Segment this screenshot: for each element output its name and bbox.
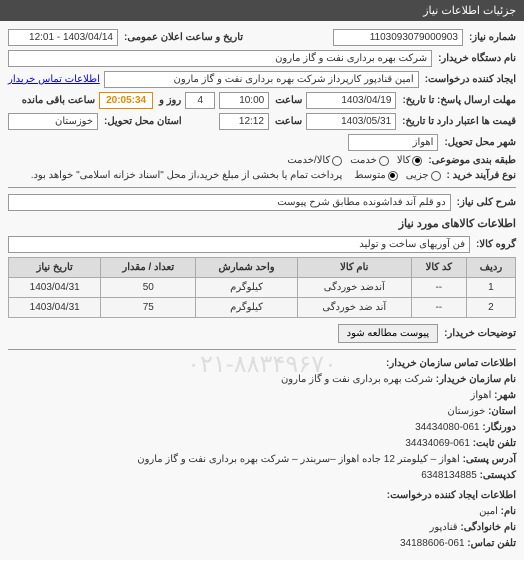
th-row: ردیف bbox=[466, 258, 515, 278]
ci-contact-phone-label: تلفن تماس: bbox=[467, 538, 516, 549]
creator-label: ایجاد کننده درخواست: bbox=[425, 74, 516, 85]
ci-contact-phone-value: 061-34188606 bbox=[400, 538, 465, 549]
validity-time: 12:12 bbox=[219, 113, 269, 130]
table-row: 1 -- آندضد خوردگی کیلوگرم 50 1403/04/31 bbox=[9, 278, 516, 298]
th-date: تاریخ نیاز bbox=[9, 258, 101, 278]
buyer-contact-block: اطلاعات تماس سازمان خریدار: نام سازمان خ… bbox=[8, 356, 516, 552]
announce-time-label: تاریخ و ساعت اعلان عمومی: bbox=[124, 32, 243, 43]
delivery-province-value: خوزستان bbox=[8, 113, 98, 130]
items-section-header: اطلاعات کالاهای مورد نیاز bbox=[8, 217, 516, 230]
radio-small[interactable]: جزیی bbox=[406, 170, 441, 181]
radio-medium[interactable]: متوسط bbox=[354, 170, 397, 181]
divider-2 bbox=[8, 349, 516, 350]
goods-group-label: گروه کالا: bbox=[476, 239, 516, 250]
purchase-type-radio-group: جزیی متوسط bbox=[354, 170, 440, 181]
items-table: ردیف کد کالا نام کالا واحد شمارش تعداد /… bbox=[8, 257, 516, 318]
delivery-province-label: استان محل تحویل: bbox=[104, 116, 182, 127]
resp-deadline-time: 10:00 bbox=[219, 92, 269, 109]
time-label-1: ساعت bbox=[275, 95, 302, 106]
number-label: شماره نیاز: bbox=[469, 32, 516, 43]
ci-fax-label: دورنگار: bbox=[482, 422, 516, 433]
radio-small-label: جزیی bbox=[406, 170, 429, 181]
general-desc-value: دو قلم آند فداشونده مطابق شرح پیوست bbox=[8, 194, 451, 211]
ci-fax-value: 061-34434080 bbox=[415, 422, 480, 433]
ci-phone-value: 061-34434069 bbox=[405, 438, 470, 449]
ci-surname-value: قنادپور bbox=[430, 522, 458, 533]
radio-goods[interactable]: کالا bbox=[397, 155, 423, 166]
purchase-type-label: نوع فرآیند خرید : bbox=[447, 170, 516, 181]
radio-circle-medium bbox=[388, 171, 398, 181]
th-name: نام کالا bbox=[297, 258, 411, 278]
ci-address-value: اهواز – کیلومتر 12 جاده اهواز –سربندر – … bbox=[137, 454, 460, 465]
ci-province-label: استان: bbox=[488, 406, 516, 417]
th-code: کد کالا bbox=[411, 258, 466, 278]
cell-code: -- bbox=[411, 278, 466, 298]
resp-deadline-date: 1403/04/19 bbox=[306, 92, 396, 109]
validity-label: قیمت ها اعتبار دارد تا تاریخ: bbox=[402, 116, 516, 127]
cell-date: 1403/04/31 bbox=[9, 298, 101, 318]
attachment-button[interactable]: پیوست مطالعه شود bbox=[338, 324, 439, 343]
category-radio-group: کالا خدمت کالا/خدمت bbox=[287, 155, 422, 166]
days-value: 4 bbox=[185, 92, 215, 109]
buyer-org-value: شرکت بهره برداری نفت و گاز مارون bbox=[8, 50, 432, 67]
category-label: طبقه بندی موضوعی: bbox=[428, 155, 516, 166]
time-label-2: ساعت bbox=[275, 116, 302, 127]
cell-qty: 75 bbox=[101, 298, 196, 318]
ci-postcode-label: کدپستی: bbox=[480, 470, 516, 481]
cell-row: 1 bbox=[466, 278, 515, 298]
delivery-city-value: اهواز bbox=[348, 134, 438, 151]
radio-goods-service[interactable]: کالا/خدمت bbox=[287, 155, 342, 166]
resp-deadline-label: مهلت ارسال پاسخ: تا تاریخ: bbox=[402, 95, 516, 106]
th-unit: واحد شمارش bbox=[196, 258, 298, 278]
ci-city-value: اهواز bbox=[471, 390, 492, 401]
cell-code: -- bbox=[411, 298, 466, 318]
days-and-label: روز و bbox=[159, 95, 181, 106]
cell-row: 2 bbox=[466, 298, 515, 318]
countdown-timer: 20:05:34 bbox=[99, 92, 153, 109]
radio-circle-goods bbox=[412, 156, 422, 166]
ci-org-value: شرکت بهره برداری نفت و گاز مارون bbox=[281, 374, 433, 385]
ci-surname-label: نام خانوادگی: bbox=[460, 522, 516, 533]
radio-service[interactable]: خدمت bbox=[350, 155, 389, 166]
creator-contact-header: اطلاعات ایجاد کننده درخواست: bbox=[8, 488, 516, 504]
table-row: 2 -- آند ضد خوردگی کیلوگرم 75 1403/04/31 bbox=[9, 298, 516, 318]
announce-time-value: 1403/04/14 - 12:01 bbox=[8, 29, 118, 46]
radio-circle-goods-service bbox=[332, 156, 342, 166]
purchase-note: پرداخت تمام یا بخشی از مبلغ خرید،از محل … bbox=[31, 170, 343, 181]
radio-circle-service bbox=[379, 156, 389, 166]
radio-medium-label: متوسط bbox=[354, 170, 385, 181]
buyer-notes-label: توضیحات خریدار: bbox=[444, 328, 516, 339]
cell-qty: 50 bbox=[101, 278, 196, 298]
cell-unit: کیلوگرم bbox=[196, 298, 298, 318]
ci-address-label: آدرس پستی: bbox=[463, 454, 516, 465]
validity-date: 1403/05/31 bbox=[306, 113, 396, 130]
cell-date: 1403/04/31 bbox=[9, 278, 101, 298]
title-bar: جزئیات اطلاعات نیاز bbox=[0, 0, 524, 21]
ci-name-label: نام: bbox=[501, 506, 516, 517]
ci-org-label: نام سازمان خریدار: bbox=[436, 374, 516, 385]
creator-value: امین قنادپور کارپرداز شرکت بهره برداری ن… bbox=[104, 71, 419, 88]
th-qty: تعداد / مقدار bbox=[101, 258, 196, 278]
ci-name-value: امین bbox=[479, 506, 498, 517]
ci-phone-label: تلفن ثابت: bbox=[473, 438, 516, 449]
ci-province-value: خوزستان bbox=[447, 406, 485, 417]
radio-goods-label: کالا bbox=[397, 155, 411, 166]
cell-unit: کیلوگرم bbox=[196, 278, 298, 298]
delivery-city-label: شهر محل تحویل: bbox=[444, 137, 516, 148]
ci-postcode-value: 6348134885 bbox=[421, 470, 477, 481]
divider-1 bbox=[8, 187, 516, 188]
goods-group-value: فن آوریهای ساخت و تولید bbox=[8, 236, 470, 253]
buyer-org-label: نام دستگاه خریدار: bbox=[438, 53, 516, 64]
number-value: 1103093079000903 bbox=[333, 29, 463, 46]
radio-goods-service-label: کالا/خدمت bbox=[287, 155, 330, 166]
remaining-label: ساعت باقی مانده bbox=[22, 95, 95, 106]
ci-city-label: شهر: bbox=[494, 390, 516, 401]
general-desc-label: شرح کلی نیاز: bbox=[457, 197, 516, 208]
cell-name: آند ضد خوردگی bbox=[297, 298, 411, 318]
radio-service-label: خدمت bbox=[350, 155, 377, 166]
radio-circle-small bbox=[431, 171, 441, 181]
cell-name: آندضد خوردگی bbox=[297, 278, 411, 298]
buyer-contact-header: اطلاعات تماس سازمان خریدار: bbox=[8, 356, 516, 372]
buyer-contact-link[interactable]: اطلاعات تماس خریدار bbox=[8, 74, 100, 85]
